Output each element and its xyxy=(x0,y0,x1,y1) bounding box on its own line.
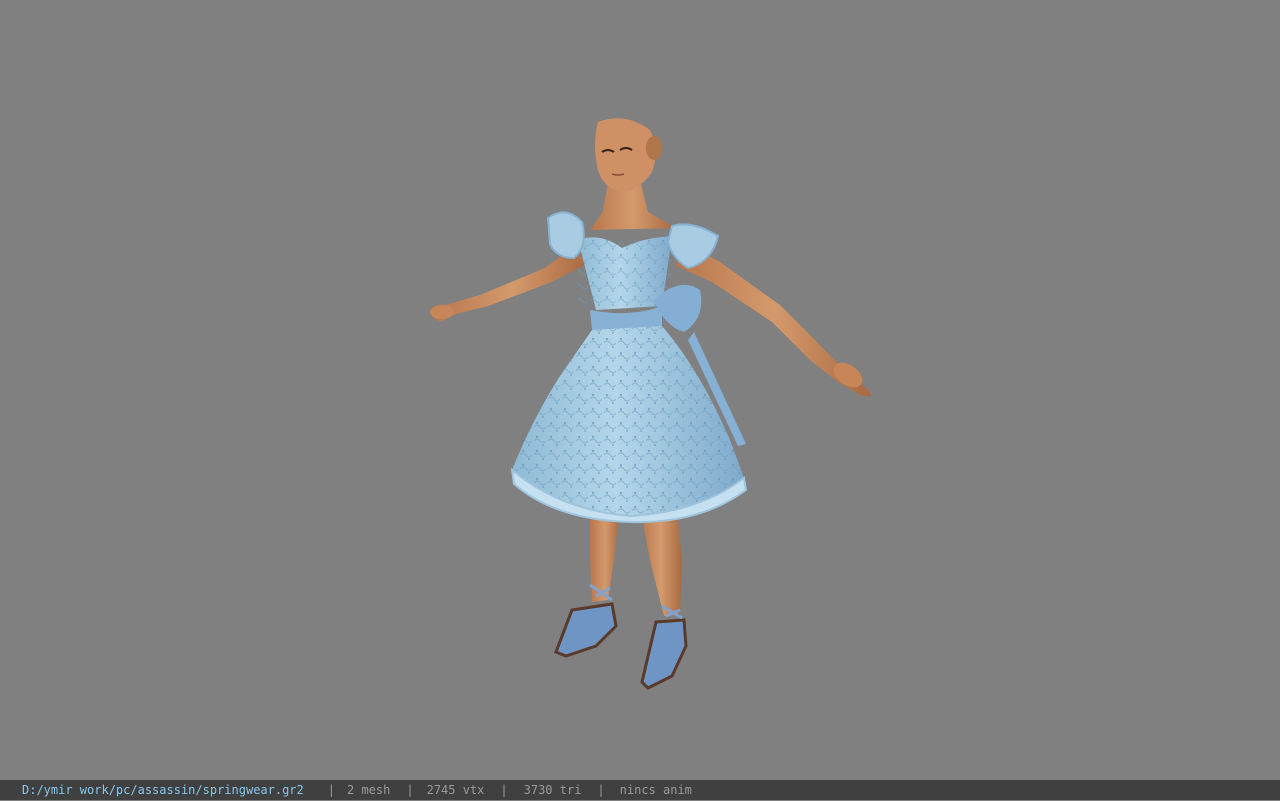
3d-viewport[interactable] xyxy=(0,0,1280,780)
hair-bun xyxy=(646,136,662,160)
vertex-count-label: 2745 vtx xyxy=(426,783,485,797)
character-model xyxy=(430,118,872,690)
triangle-count-label: 3730 tri xyxy=(523,783,582,797)
head xyxy=(595,118,656,192)
left-shoe xyxy=(554,602,618,658)
animation-status-label: nincs anim xyxy=(619,783,692,797)
status-separator: | xyxy=(327,783,335,797)
status-separator: | xyxy=(500,783,508,797)
status-bar: D:/ymir work/pc/assassin/springwear.gr2 … xyxy=(0,780,1280,800)
status-separator: | xyxy=(597,783,605,797)
right-shoe xyxy=(640,618,688,690)
left-hand xyxy=(430,305,454,319)
left-sleeve xyxy=(546,211,585,260)
status-separator: | xyxy=(406,783,414,797)
file-path-label: D:/ymir work/pc/assassin/springwear.gr2 xyxy=(22,783,304,797)
mesh-count-label: 2 mesh xyxy=(347,783,391,797)
